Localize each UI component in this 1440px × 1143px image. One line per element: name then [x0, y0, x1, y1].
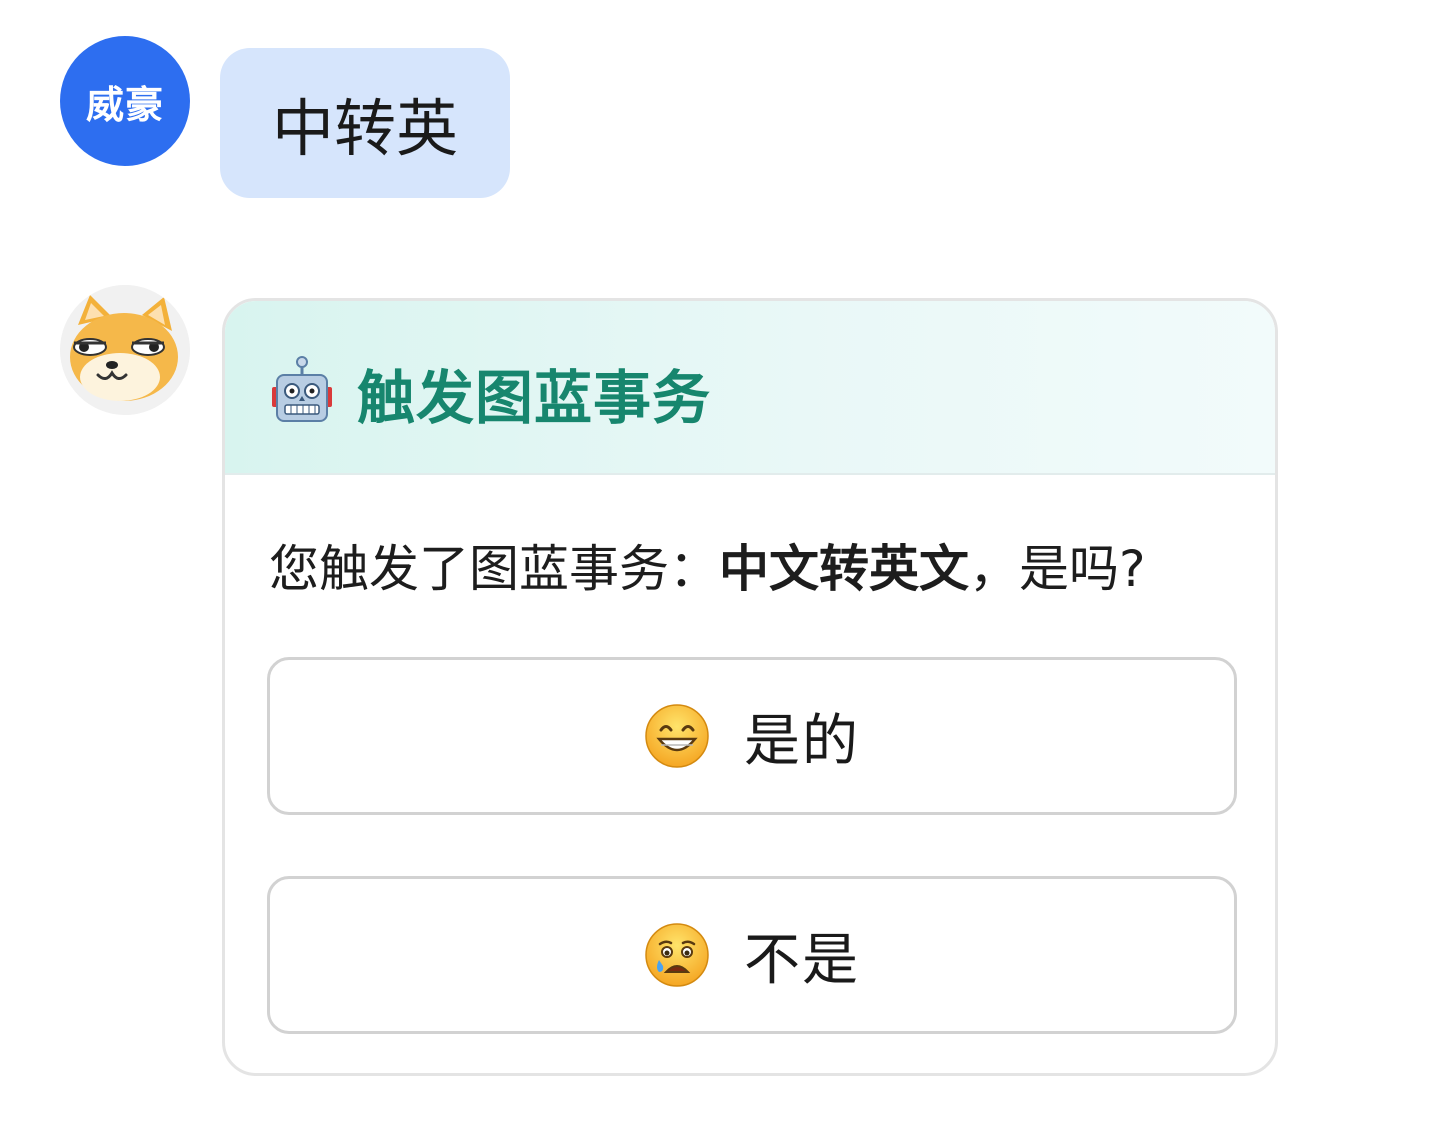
bot-avatar[interactable] — [60, 285, 190, 415]
user-message-bubble: 中转英 — [220, 48, 510, 198]
card-header: 触发图蓝事务 — [225, 301, 1275, 475]
user-message-text: 中转英 — [271, 92, 458, 165]
confirm-question: 您触发了图蓝事务：中文转英文，是吗? — [269, 529, 1146, 601]
chat-page: 威豪 中转英 触发图蓝事务 您触发了图蓝事务：中文转英文，是吗? 是的 不是 — [0, 0, 1440, 1143]
shiba-dog-face-icon — [60, 285, 190, 415]
question-transaction-name: 中文转英文 — [719, 540, 969, 598]
question-prefix: 您触发了图蓝事务： — [269, 540, 719, 598]
confirm-yes-label: 是的 — [744, 708, 860, 774]
robot-icon — [272, 356, 332, 422]
transaction-confirm-card: 触发图蓝事务 您触发了图蓝事务：中文转英文，是吗? 是的 不是 — [222, 298, 1278, 1076]
crying-face-emoji-icon — [645, 923, 709, 987]
user-avatar[interactable]: 威豪 — [60, 36, 190, 166]
question-suffix: ，是吗? — [969, 540, 1146, 598]
confirm-yes-button[interactable]: 是的 — [267, 657, 1237, 815]
grinning-face-emoji-icon — [645, 704, 709, 768]
user-avatar-text: 威豪 — [85, 82, 164, 127]
card-title: 触发图蓝事务 — [357, 364, 712, 432]
confirm-no-label: 不是 — [744, 927, 860, 993]
confirm-no-button[interactable]: 不是 — [267, 876, 1237, 1034]
